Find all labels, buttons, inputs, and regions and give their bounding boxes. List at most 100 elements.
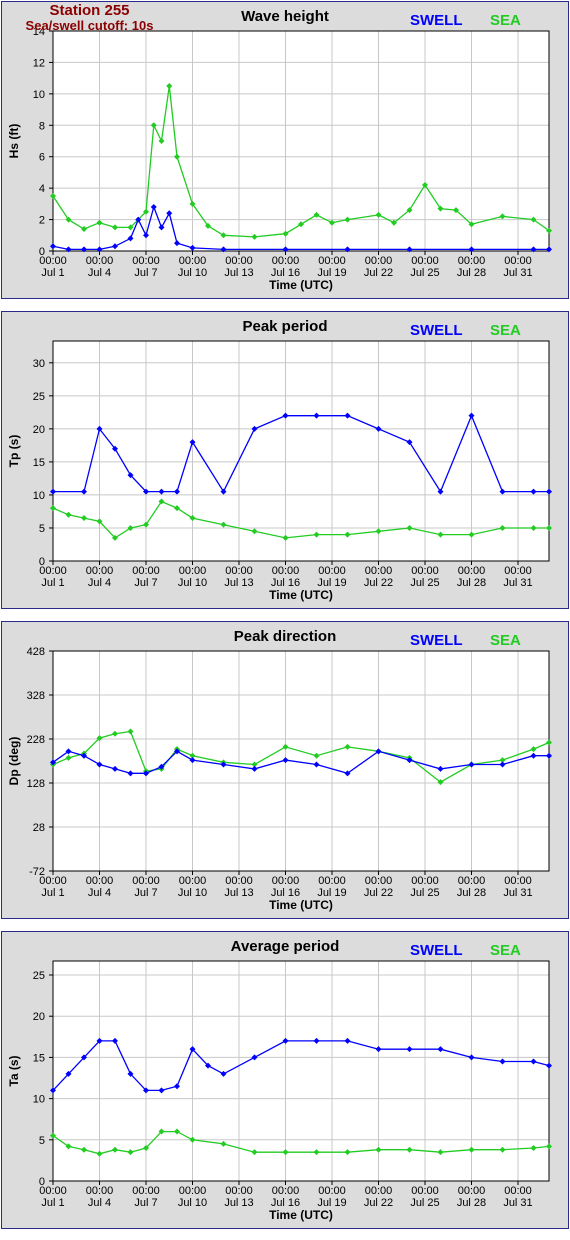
x-tick-time: 00:00 [318, 255, 346, 267]
x-tick-time: 00:00 [179, 255, 207, 267]
x-tick-time: 00:00 [39, 875, 67, 887]
plot-area [52, 650, 550, 872]
legend-swell: SWELL [410, 942, 463, 959]
x-tick-date: Jul 28 [457, 577, 486, 589]
chart-panel-wave-height: 0 2 4 6 8 10 12 14 00:00 Jul 1 00:00 Jul 4 00:00 Jul … [1, 1, 569, 299]
y-tick-label: 20 [33, 424, 45, 436]
plot-area [52, 30, 550, 252]
x-tick-time: 00:00 [458, 565, 486, 577]
x-tick-time: 00:00 [318, 565, 346, 577]
x-tick-date: Jul 22 [364, 1197, 393, 1209]
y-tick-label: 228 [27, 734, 45, 746]
x-tick-time: 00:00 [458, 875, 486, 887]
x-tick-date: Jul 31 [503, 267, 532, 279]
legend-swell: SWELL [410, 322, 463, 339]
chart-title: Peak direction [233, 628, 337, 645]
x-tick-date: Jul 10 [178, 1197, 207, 1209]
x-tick-time: 00:00 [39, 565, 67, 577]
plot-area [52, 960, 550, 1182]
x-tick-date: Jul 13 [224, 577, 253, 589]
x-tick-date: Jul 7 [134, 267, 157, 279]
legend-sea: SEA [490, 12, 521, 29]
x-tick-time: 00:00 [132, 1185, 160, 1197]
x-tick-date: Jul 31 [503, 1197, 532, 1209]
x-tick-time: 00:00 [179, 875, 207, 887]
x-tick-time: 00:00 [365, 1185, 393, 1197]
y-tick-label: 5 [39, 1135, 45, 1147]
x-tick-time: 00:00 [365, 565, 393, 577]
x-tick-date: Jul 22 [364, 887, 393, 899]
x-tick-time: 00:00 [504, 1185, 532, 1197]
x-tick-time: 00:00 [225, 565, 253, 577]
x-tick-time: 00:00 [272, 565, 300, 577]
x-tick-date: Jul 13 [224, 267, 253, 279]
y-tick-label: 15 [33, 1052, 45, 1064]
y-axis-title: Ta (s) [7, 1055, 21, 1086]
x-tick-date: Jul 4 [88, 267, 111, 279]
x-tick-date: Jul 4 [88, 577, 111, 589]
y-tick-label: 30 [33, 358, 45, 370]
chart-title: Average period [230, 938, 340, 955]
x-tick-time: 00:00 [132, 255, 160, 267]
x-tick-date: Jul 25 [410, 267, 439, 279]
y-tick-label: 328 [27, 690, 45, 702]
x-tick-time: 00:00 [411, 565, 439, 577]
chart-svg: 0246810121400:00Jul 100:00Jul 400:00Jul … [7, 26, 552, 292]
x-tick-date: Jul 25 [410, 1197, 439, 1209]
chart-svg: 05101520253000:00Jul 100:00Jul 400:00Jul… [7, 340, 552, 602]
x-tick-time: 00:00 [225, 1185, 253, 1197]
x-axis-title: Time (UTC) [269, 278, 333, 292]
x-tick-time: 00:00 [318, 1185, 346, 1197]
x-tick-time: 00:00 [86, 255, 114, 267]
y-tick-label: 12 [33, 57, 45, 69]
x-tick-date: Jul 10 [178, 577, 207, 589]
x-tick-date: Jul 13 [224, 887, 253, 899]
x-tick-time: 00:00 [504, 565, 532, 577]
x-tick-time: 00:00 [86, 1185, 114, 1197]
x-tick-time: 00:00 [458, 1185, 486, 1197]
y-tick-label: 10 [33, 89, 45, 101]
legend-sea: SEA [490, 322, 521, 339]
x-tick-date: Jul 10 [178, 887, 207, 899]
y-axis-title: Hs (ft) [7, 124, 21, 159]
y-tick-label: 8 [39, 120, 45, 132]
y-axis-title: Dp (deg) [7, 737, 21, 786]
y-tick-label: 10 [33, 490, 45, 502]
legend-sea: SEA [490, 632, 521, 649]
y-tick-label: 10 [33, 1094, 45, 1106]
x-tick-date: Jul 13 [224, 1197, 253, 1209]
y-tick-label: 4 [39, 183, 45, 195]
x-tick-time: 00:00 [504, 875, 532, 887]
chart-title: Peak period [242, 318, 328, 335]
x-tick-time: 00:00 [86, 875, 114, 887]
x-tick-time: 00:00 [225, 875, 253, 887]
y-tick-label: 428 [27, 646, 45, 658]
legend-swell: SWELL [410, 632, 463, 649]
y-tick-label: 15 [33, 457, 45, 469]
x-tick-date: Jul 7 [134, 1197, 157, 1209]
x-tick-time: 00:00 [132, 875, 160, 887]
x-tick-time: 00:00 [39, 1185, 67, 1197]
x-tick-time: 00:00 [318, 875, 346, 887]
x-tick-date: Jul 25 [410, 577, 439, 589]
x-tick-date: Jul 25 [410, 887, 439, 899]
x-tick-date: Jul 28 [457, 267, 486, 279]
chart-svg: -722812822832842800:00Jul 100:00Jul 400:… [7, 646, 552, 912]
x-tick-time: 00:00 [225, 255, 253, 267]
chart-title: Wave height [241, 8, 329, 25]
y-tick-label: 128 [27, 778, 45, 790]
legend-swell: SWELL [410, 12, 463, 29]
x-tick-time: 00:00 [365, 875, 393, 887]
x-tick-time: 00:00 [272, 1185, 300, 1197]
x-axis-title: Time (UTC) [269, 1208, 333, 1222]
chart-panel-peak-period: 0 5 10 15 20 25 30 00:00 Jul 1 00:00 Jul 4 00:00 Jul… [1, 311, 569, 609]
x-tick-time: 00:00 [86, 565, 114, 577]
y-axis-title: Tp (s) [7, 435, 21, 468]
x-tick-date: Jul 31 [503, 887, 532, 899]
x-tick-date: Jul 4 [88, 1197, 111, 1209]
x-tick-time: 00:00 [132, 565, 160, 577]
chart-panel-average-period: 0 5 10 15 20 25 00:00 Jul 1 00:00 Jul 4 00:00 Jul 7… [1, 931, 569, 1229]
x-tick-date: Jul 28 [457, 887, 486, 899]
x-tick-date: Jul 1 [41, 267, 64, 279]
y-tick-label: 6 [39, 152, 45, 164]
